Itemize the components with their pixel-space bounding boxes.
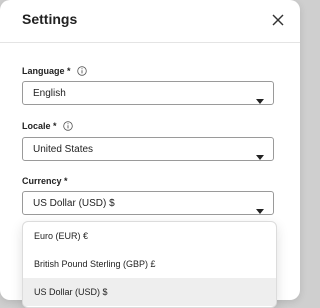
currency-label-text: Currency * [22,176,68,186]
info-icon[interactable] [76,66,87,76]
locale-select[interactable]: United States [22,137,274,161]
currency-label: Currency * [22,176,68,186]
locale-label-text: Locale * [22,121,57,131]
chevron-down-icon [256,91,264,104]
currency-option-gbp[interactable]: British Pound Sterling (GBP) £ [23,250,276,278]
language-label-text: Language * [22,66,71,76]
chevron-down-icon [256,201,264,214]
dialog-header: Settings [0,0,300,43]
dialog-title: Settings [22,11,78,27]
locale-label: Locale * [22,121,73,131]
close-icon[interactable] [270,12,286,28]
currency-select[interactable]: US Dollar (USD) $ [22,191,274,215]
language-label: Language * [22,66,87,76]
currency-option-eur[interactable]: Euro (EUR) € [23,222,276,250]
info-icon[interactable] [62,121,73,131]
currency-select-value: US Dollar (USD) $ [33,198,115,209]
locale-select-value: United States [33,144,94,155]
language-select-value: English [33,88,66,99]
chevron-down-icon [256,147,264,160]
language-select[interactable]: English [22,81,274,105]
currency-dropdown-menu: Euro (EUR) € British Pound Sterling (GBP… [22,221,277,308]
currency-option-usd[interactable]: US Dollar (USD) $ [23,278,276,306]
